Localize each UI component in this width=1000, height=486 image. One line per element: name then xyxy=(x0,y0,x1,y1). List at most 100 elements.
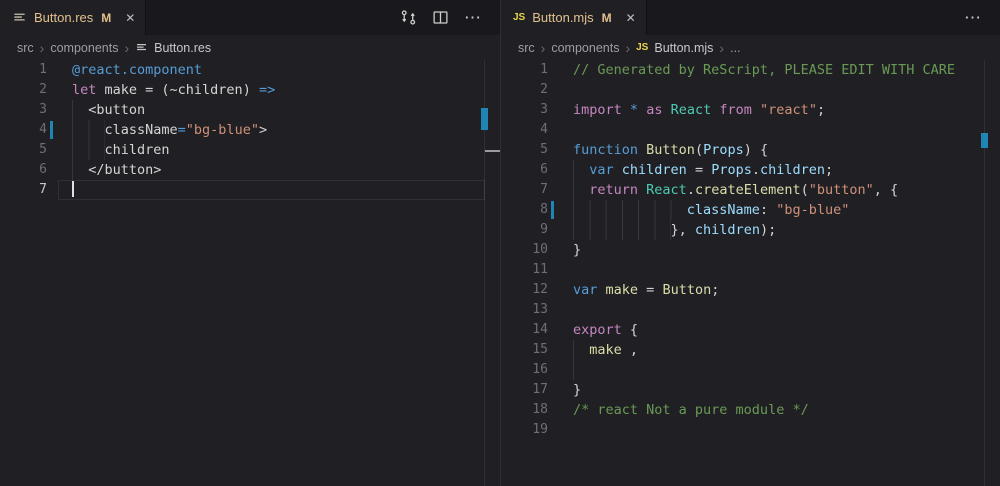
split-editor-icon[interactable] xyxy=(432,9,449,26)
code-line[interactable]: 18/* react Not a pure module */ xyxy=(501,400,985,420)
indent-guides xyxy=(573,160,589,180)
gutter xyxy=(548,260,573,280)
indent-guides xyxy=(72,120,105,140)
code-text: export { xyxy=(573,320,985,340)
code-line[interactable]: 12var make = Button; xyxy=(501,280,985,300)
tab-title: Button.mjs xyxy=(532,10,593,25)
gutter xyxy=(47,140,72,160)
code-text: var make = Button; xyxy=(573,280,985,300)
gutter xyxy=(548,140,573,160)
gutter xyxy=(47,180,72,200)
code-text: // Generated by ReScript, PLEASE EDIT WI… xyxy=(573,60,985,80)
editor-actions: ⋯ xyxy=(964,0,1000,35)
tab-button-res[interactable]: Button.res M ✕ xyxy=(0,0,146,35)
line-number: 10 xyxy=(501,240,548,260)
code-line[interactable]: 6</button> xyxy=(0,160,485,180)
code-line[interactable]: 8className: "bg-blue" xyxy=(501,200,985,220)
code-text: var children = Props.children; xyxy=(573,160,985,180)
line-number: 1 xyxy=(501,60,548,80)
code-text xyxy=(573,300,985,320)
code-text: className="bg-blue"> xyxy=(72,120,485,140)
editor-actions: ⋯ xyxy=(400,0,500,35)
code-line[interactable]: 9}, children); xyxy=(501,220,985,240)
code-line[interactable]: 14export { xyxy=(501,320,985,340)
code-line[interactable]: 6var children = Props.children; xyxy=(501,160,985,180)
line-number: 6 xyxy=(0,160,47,180)
gutter xyxy=(548,60,573,80)
code-line[interactable]: 5function Button(Props) { xyxy=(501,140,985,160)
code-line[interactable]: 3import * as React from "react"; xyxy=(501,100,985,120)
gutter xyxy=(548,100,573,120)
overview-ruler[interactable] xyxy=(484,60,500,486)
breadcrumb-components[interactable]: components xyxy=(551,41,619,55)
code-line[interactable]: 10} xyxy=(501,240,985,260)
code-line[interactable]: 15make , xyxy=(501,340,985,360)
more-actions-icon[interactable]: ⋯ xyxy=(464,9,482,26)
indent-guides xyxy=(72,100,88,120)
tab-button-mjs[interactable]: JS Button.mjs M ✕ xyxy=(501,0,647,35)
chevron-right-icon: › xyxy=(124,41,129,55)
code-editor[interactable]: 1@react.component2let make = (~children)… xyxy=(0,60,500,486)
code-text: <button xyxy=(72,100,485,120)
code-line[interactable]: 2 xyxy=(501,80,985,100)
javascript-icon: JS xyxy=(636,42,648,53)
code-line[interactable]: 2let make = (~children) => xyxy=(0,80,485,100)
indent-guides xyxy=(573,200,687,220)
breadcrumb-symbol-ellipsis[interactable]: ... xyxy=(730,41,740,55)
gutter xyxy=(548,340,573,360)
code-text xyxy=(573,80,985,100)
gutter xyxy=(47,160,72,180)
line-number: 5 xyxy=(501,140,548,160)
breadcrumb-src[interactable]: src xyxy=(17,41,34,55)
line-number: 13 xyxy=(501,300,548,320)
breadcrumb-file[interactable]: Button.res xyxy=(154,41,211,55)
breadcrumb-file[interactable]: Button.mjs xyxy=(654,41,713,55)
breadcrumb-src[interactable]: src xyxy=(518,41,535,55)
indent-guides xyxy=(72,140,105,160)
gutter xyxy=(548,220,573,240)
code-line[interactable]: 19 xyxy=(501,420,985,440)
gutter xyxy=(548,400,573,420)
code-line[interactable]: 11 xyxy=(501,260,985,280)
code-text xyxy=(573,260,985,280)
code-text: let make = (~children) => xyxy=(72,80,485,100)
javascript-icon: JS xyxy=(513,12,525,23)
indent-guides xyxy=(573,340,589,360)
line-number: 17 xyxy=(501,380,548,400)
line-number: 16 xyxy=(501,360,548,380)
code-line[interactable]: 7 xyxy=(0,180,485,200)
code-text xyxy=(72,180,485,200)
close-icon[interactable]: ✕ xyxy=(626,11,636,25)
code-line[interactable]: 4className="bg-blue"> xyxy=(0,120,485,140)
more-actions-icon[interactable]: ⋯ xyxy=(964,9,982,26)
breadcrumb-components[interactable]: components xyxy=(50,41,118,55)
overview-ruler[interactable] xyxy=(984,60,1000,486)
editor-pane-button-mjs: JS Button.mjs M ✕ ⋯ src › components › J… xyxy=(500,0,1000,486)
code-line[interactable]: 7return React.createElement("button", { xyxy=(501,180,985,200)
gutter xyxy=(548,180,573,200)
chevron-right-icon: › xyxy=(625,41,630,55)
code-line[interactable]: 3<button xyxy=(0,100,485,120)
close-icon[interactable]: ✕ xyxy=(125,11,135,25)
code-line[interactable]: 16 xyxy=(501,360,985,380)
gutter-modified-marker xyxy=(548,200,573,220)
code-line[interactable]: 5children xyxy=(0,140,485,160)
gutter xyxy=(548,280,573,300)
open-changes-icon[interactable] xyxy=(400,9,417,26)
line-number: 1 xyxy=(0,60,47,80)
code-line[interactable]: 13 xyxy=(501,300,985,320)
code-line[interactable]: 17} xyxy=(501,380,985,400)
code-line[interactable]: 1@react.component xyxy=(0,60,485,80)
line-number: 5 xyxy=(0,140,47,160)
code-line[interactable]: 1 // Generated by ReScript, PLEASE EDIT W… xyxy=(501,60,985,80)
code-text: /* react Not a pure module */ xyxy=(573,400,985,420)
line-number: 7 xyxy=(501,180,548,200)
line-number: 3 xyxy=(501,100,548,120)
indent-guides xyxy=(573,180,589,200)
chevron-right-icon: › xyxy=(719,41,724,55)
chevron-right-icon: › xyxy=(40,41,45,55)
code-editor[interactable]: 1 // Generated by ReScript, PLEASE EDIT W… xyxy=(501,60,1000,486)
editor-pane-button-res: Button.res M ✕ xyxy=(0,0,500,486)
code-line[interactable]: 4 xyxy=(501,120,985,140)
modified-badge: M xyxy=(602,11,612,25)
